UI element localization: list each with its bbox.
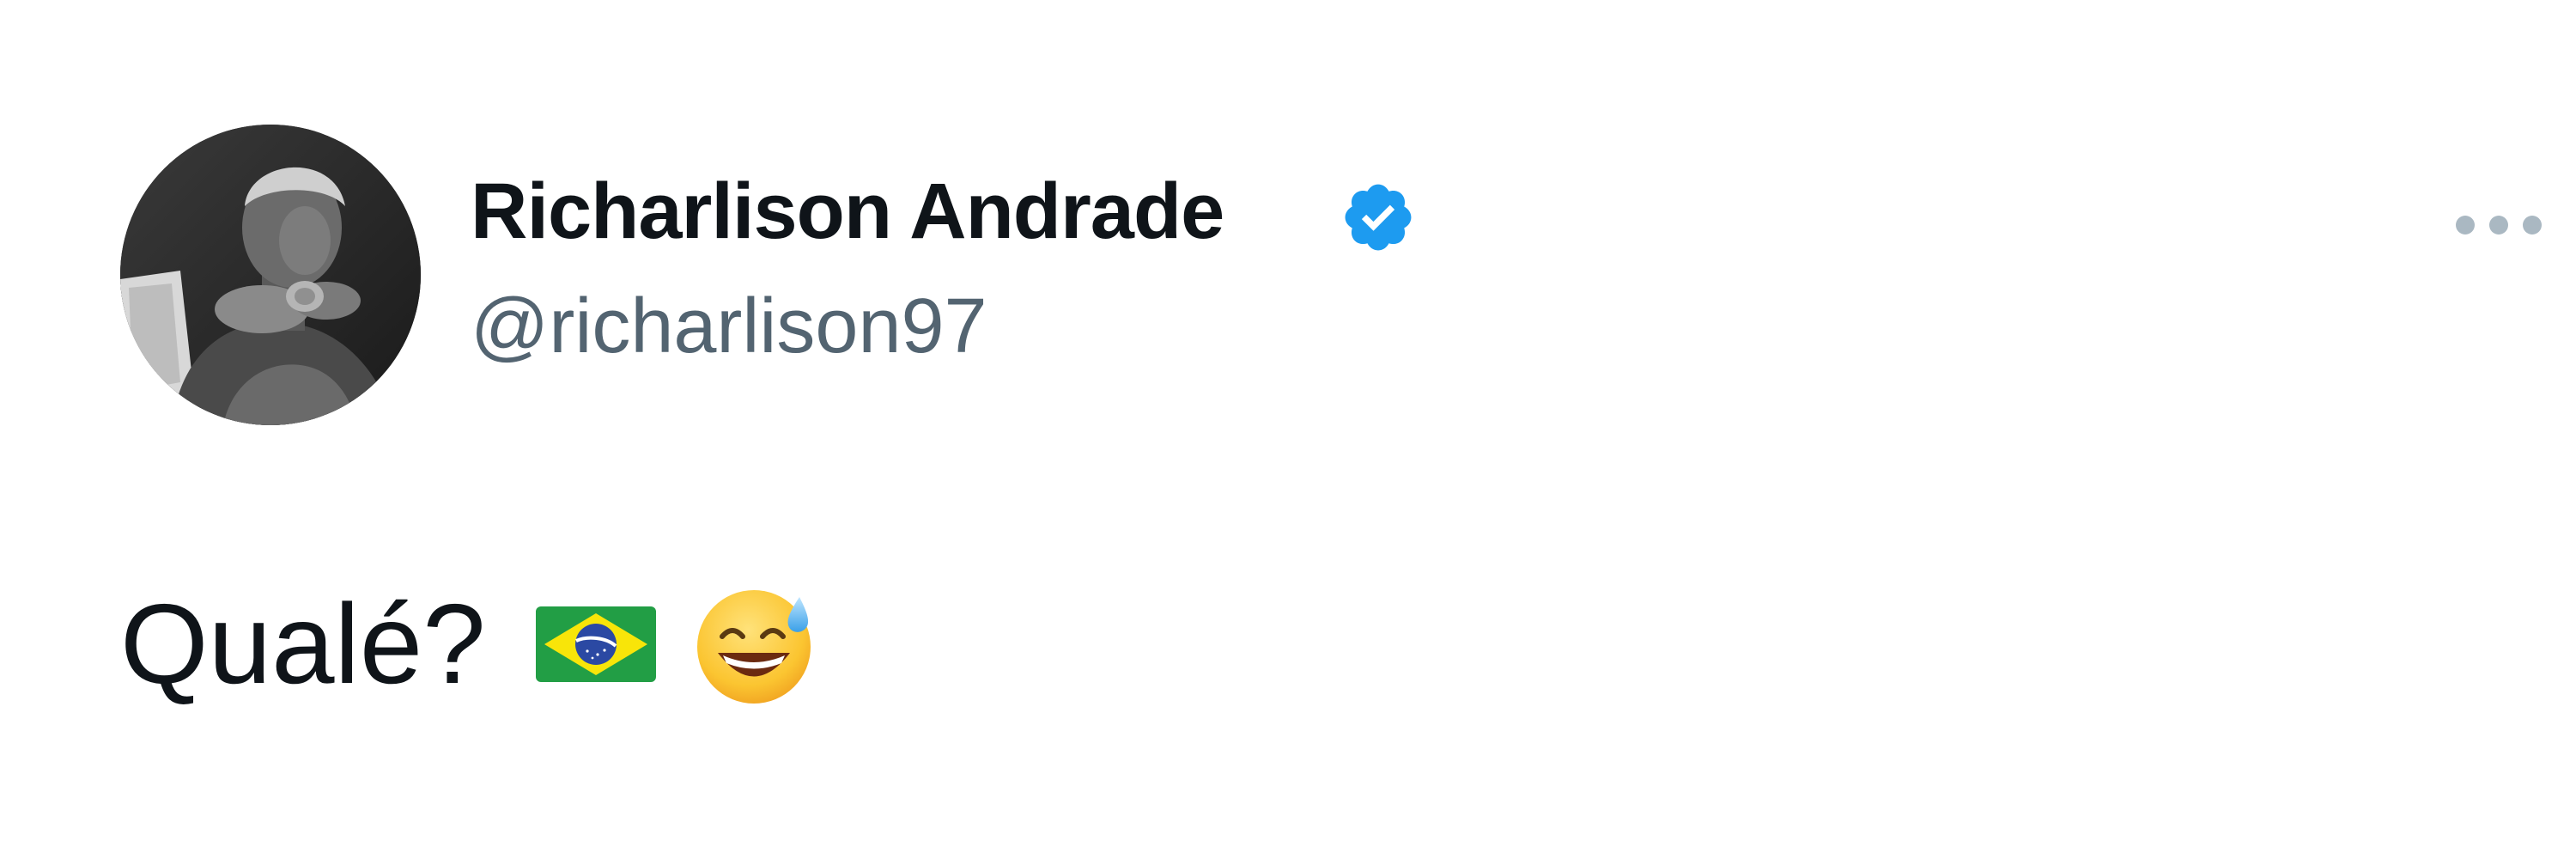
more-options-icon[interactable]	[2451, 206, 2546, 244]
display-name[interactable]: Richarlison Andrade	[471, 172, 1224, 251]
avatar[interactable]	[120, 125, 421, 425]
username-handle[interactable]: @richarlison97	[471, 288, 987, 365]
tweet-text-content: Qualé?	[120, 581, 486, 707]
brazil-flag-emoji	[534, 601, 658, 687]
profile-photo	[120, 125, 421, 425]
tweet-card: Richarlison Andrade @richarlison97 Qualé…	[0, 0, 2576, 859]
verified-badge-icon	[1340, 179, 1417, 256]
grinning-face-with-sweat-emoji	[692, 580, 821, 709]
tweet-text: Qualé?	[120, 584, 821, 704]
